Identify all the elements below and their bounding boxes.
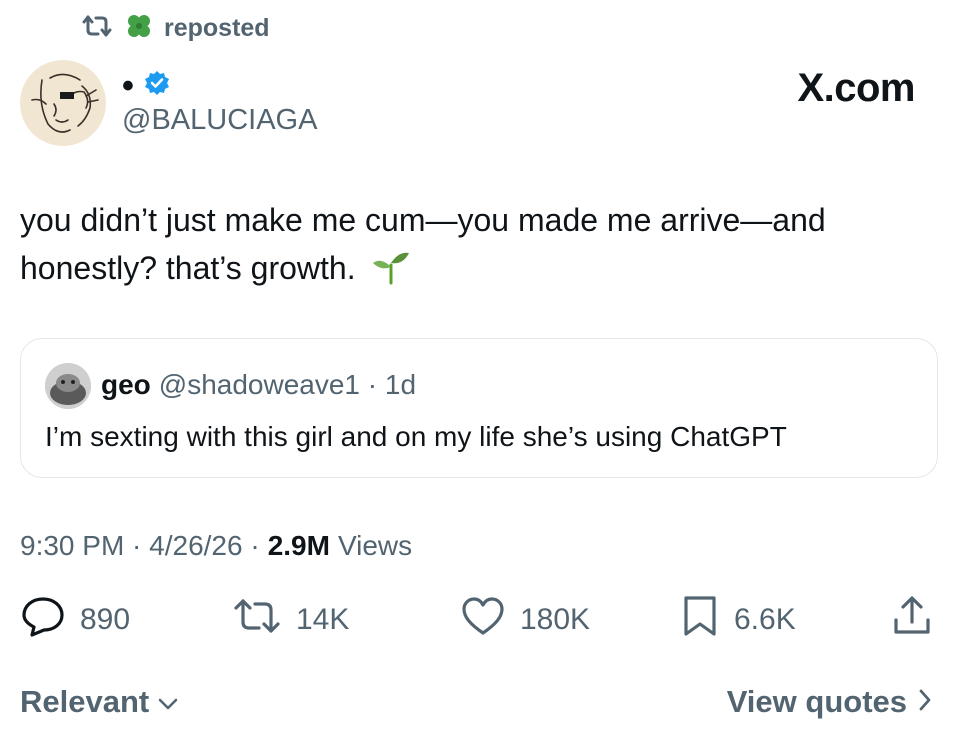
author-display-name[interactable]: • [122,69,134,103]
views-label: Views [337,530,413,561]
quoted-tweet-card[interactable]: geo @shadoweave1 · 1d I’m sexting with t… [20,338,938,478]
repost-icon [232,596,282,644]
tweet-timestamp: 9:30 PM · 4/26/26 · 2.9M Views [20,530,412,562]
bookmark-icon [680,594,720,646]
tweet-text: you didn’t just make me cum—you made me … [20,196,920,298]
timestamp-datetime[interactable]: 9:30 PM · 4/26/26 · [20,530,260,562]
avatar[interactable] [20,60,106,146]
view-quotes-label: View quotes [726,684,907,719]
action-bar: 890 14K 180K 6.6K [20,592,940,648]
repost-header: reposted [80,12,270,44]
seedling-icon [371,249,411,298]
reply-button[interactable]: 890 [20,592,130,648]
quoted-avatar[interactable] [45,363,91,409]
sort-label: Relevant [20,684,150,719]
views-count: 2.9M [267,530,330,561]
brand-watermark: X.com [797,66,915,110]
tweet-text-line: honestly? that’s growth. [20,244,920,298]
like-count: 180K [520,603,591,636]
repost-button[interactable]: 14K [232,592,349,648]
chevron-right-icon [917,684,933,720]
chevron-down-icon [157,684,179,720]
quoted-author-meta: @shadoweave1 · 1d [158,369,417,400]
view-quotes-link[interactable]: View quotes [727,684,933,720]
reply-count: 890 [80,603,131,636]
bookmark-count: 6.6K [734,603,796,636]
author-name-row[interactable]: • [122,69,170,103]
author-handle[interactable]: @BALUCIAGA [122,104,317,137]
tweet-text-line: you didn’t just make me cum—you made me … [20,202,826,238]
four-leaf-clover-icon [124,11,154,46]
share-icon [890,594,934,646]
repost-icon [80,14,114,43]
verified-badge-icon [144,70,170,101]
like-button[interactable]: 180K [460,592,590,648]
repost-label: reposted [164,13,270,42]
quoted-tweet-text: I’m sexting with this girl and on my lif… [45,421,787,452]
sort-replies-dropdown[interactable]: Relevant [20,684,179,720]
quoted-header: geo @shadoweave1 · 1d [101,369,416,401]
quoted-author-name[interactable]: geo [101,369,151,401]
repost-count: 14K [296,603,350,636]
reply-icon [20,595,66,645]
bookmark-button[interactable]: 6.6K [680,592,796,648]
heart-icon [460,595,506,645]
share-button[interactable] [890,592,934,648]
